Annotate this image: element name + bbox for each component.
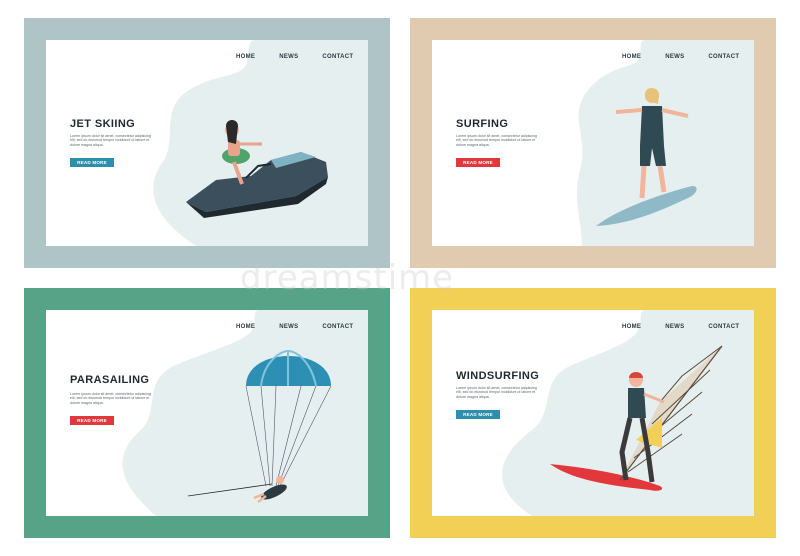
parasail-illustration — [187, 349, 332, 503]
windsurfer-illustration — [550, 345, 723, 491]
top-nav: HOME NEWS CONTACT — [236, 324, 353, 330]
jet-ski-illustration — [186, 120, 328, 218]
read-more-button[interactable]: READ MORE — [70, 416, 114, 425]
watermark: dreamstime — [240, 258, 455, 298]
nav-contact-link[interactable]: CONTACT — [708, 54, 739, 60]
nav-news-link[interactable]: NEWS — [665, 54, 684, 60]
nav-news-link[interactable]: NEWS — [279, 324, 298, 330]
nav-home-link[interactable]: HOME — [622, 54, 641, 60]
page-title: JET SKIING — [70, 118, 136, 130]
body-text: Lorem ipsum dolor sit amet, consectetur … — [70, 134, 151, 147]
read-more-button[interactable]: READ MORE — [456, 410, 500, 419]
panel-parasailing: HOME NEWS CONTACT PARASAILING Lorem ipsu… — [24, 288, 390, 538]
landing-page: HOME NEWS CONTACT WINDSURFING Lorem ipsu… — [432, 310, 754, 516]
landing-page: HOME NEWS CONTACT PARASAILING Lorem ipsu… — [46, 310, 368, 516]
top-nav: HOME NEWS CONTACT — [236, 54, 353, 60]
top-nav: HOME NEWS CONTACT — [622, 54, 739, 60]
landing-page: HOME NEWS CONTACT JET SKIING Lorem ipsum… — [46, 40, 368, 246]
surfer-illustration — [596, 88, 697, 226]
body-text: Lorem ipsum dolor sit amet, consectetur … — [456, 386, 537, 399]
panel-surfing: HOME NEWS CONTACT SURFING Lorem ipsum do… — [410, 18, 776, 268]
nav-contact-link[interactable]: CONTACT — [322, 54, 353, 60]
nav-home-link[interactable]: HOME — [236, 54, 255, 60]
read-more-button[interactable]: READ MORE — [70, 158, 114, 167]
page-title: PARASAILING — [70, 374, 150, 386]
body-text: Lorem ipsum dolor sit amet, consectetur … — [70, 392, 151, 405]
nav-contact-link[interactable]: CONTACT — [708, 324, 739, 330]
nav-news-link[interactable]: NEWS — [665, 324, 684, 330]
nav-contact-link[interactable]: CONTACT — [322, 324, 353, 330]
top-nav: HOME NEWS CONTACT — [622, 324, 739, 330]
body-text: Lorem ipsum dolor sit amet, consectetur … — [456, 134, 537, 147]
landing-page: HOME NEWS CONTACT SURFING Lorem ipsum do… — [432, 40, 754, 246]
nav-news-link[interactable]: NEWS — [279, 54, 298, 60]
panel-jet-skiing: HOME NEWS CONTACT JET SKIING Lorem ipsum… — [24, 18, 390, 268]
nav-home-link[interactable]: HOME — [622, 324, 641, 330]
nav-home-link[interactable]: HOME — [236, 324, 255, 330]
read-more-button[interactable]: READ MORE — [456, 158, 500, 167]
page-title: WINDSURFING — [456, 370, 540, 382]
page-title: SURFING — [456, 118, 509, 130]
panel-windsurfing: HOME NEWS CONTACT WINDSURFING Lorem ipsu… — [410, 288, 776, 538]
